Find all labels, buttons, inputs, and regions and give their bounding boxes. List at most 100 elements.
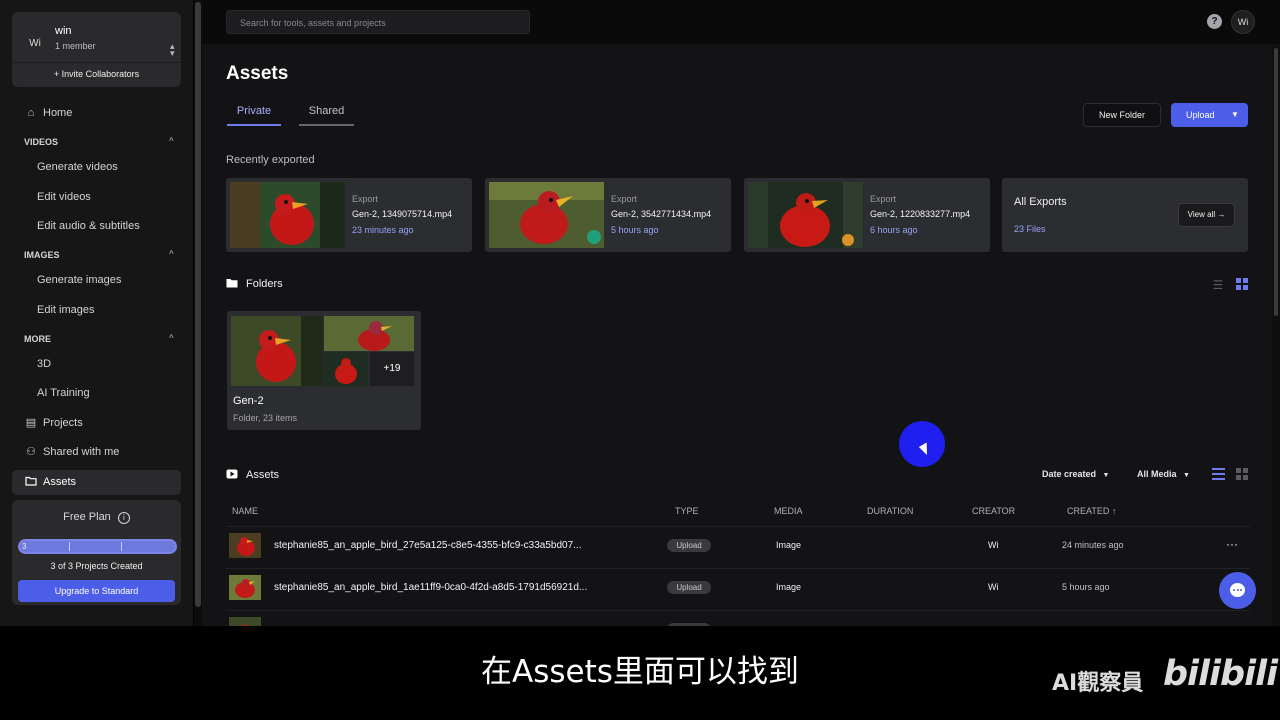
caret-down-icon: ▼	[1231, 110, 1239, 119]
invite-collaborators-button[interactable]: + Invite Collaborators	[12, 69, 181, 79]
plan-name: Free Plan i	[12, 511, 181, 524]
all-exports-title: All Exports	[1014, 196, 1067, 208]
table-row[interactable]: stephanie85_an_apple_bird_1ae11ff9-0ca0-…	[226, 569, 1250, 610]
tab-private[interactable]: Private	[227, 105, 281, 126]
team-switcher[interactable]: Wi win 1 member ▴ ▾ + Invite Collaborator…	[12, 12, 181, 87]
nav-generate-images[interactable]: Generate images	[12, 268, 181, 293]
new-folder-button[interactable]: New Folder	[1083, 103, 1161, 127]
list-view-icon[interactable]	[1211, 468, 1225, 482]
nav-shared[interactable]: ⚇ Shared with me	[12, 440, 181, 465]
export-card[interactable]: Export Gen-2, 3542771434.mp4 5 hours ago	[485, 178, 731, 252]
nav-ai-training[interactable]: AI Training	[12, 381, 181, 406]
nav-edit-videos-label: Edit videos	[37, 191, 91, 203]
view-all-button[interactable]: View all →	[1178, 203, 1235, 227]
help-icon[interactable]: ?	[1207, 14, 1222, 29]
info-icon[interactable]: i	[117, 512, 130, 524]
more-options-icon[interactable]: ···	[1226, 537, 1238, 551]
main-content: Assets Private Shared New Folder Upload …	[202, 44, 1272, 626]
export-kind: Export	[611, 194, 638, 204]
folder-thumbnail	[231, 316, 323, 386]
export-kind: Export	[352, 194, 379, 204]
assets-heading-label: Assets	[246, 469, 280, 481]
nav-shared-label: Shared with me	[43, 446, 120, 458]
grid-view-icon[interactable]	[1235, 468, 1249, 482]
export-name: Gen-2, 3542771434.mp4	[611, 209, 712, 219]
export-name: Gen-2, 1349075714.mp4	[352, 209, 453, 219]
upgrade-button[interactable]: Upgrade to Standard	[18, 580, 175, 602]
folder-card[interactable]: +19 Gen-2 Folder, 23 items	[227, 311, 421, 430]
export-card[interactable]: Export Gen-2, 1220833277.mp4 6 hours ago	[744, 178, 990, 252]
sidebar-scrollbar[interactable]	[194, 0, 202, 626]
top-bar: Search for tools, assets and projects ? …	[202, 0, 1280, 44]
chevron-up-icon[interactable]: ^	[169, 333, 174, 342]
nav-edit-audio[interactable]: Edit audio & subtitles	[12, 214, 181, 239]
media-filter-dropdown[interactable]: All Media ▼	[1137, 469, 1190, 479]
section-more[interactable]: MORE ^	[24, 333, 174, 344]
assets-heading: Assets	[226, 469, 279, 481]
nav-generate-images-label: Generate images	[37, 274, 122, 286]
page-title: Assets	[226, 63, 289, 84]
plan-card: Free Plan i 3 3 of 3 Projects Created Up…	[12, 500, 181, 605]
nav-home[interactable]: ⌂ Home	[12, 101, 181, 126]
column-header-name[interactable]: NAME	[232, 506, 258, 516]
team-name: win	[55, 25, 72, 37]
nav-edit-videos[interactable]: Edit videos	[12, 185, 181, 210]
subtitle-bar: 在Assets里面可以找到 AI觀察員 bilibili	[0, 626, 1280, 720]
all-exports-count: 23 Files	[1014, 224, 1046, 234]
column-header-creator[interactable]: CREATOR	[972, 506, 1015, 516]
scrollbar-thumb[interactable]	[195, 2, 201, 607]
nav-generate-videos[interactable]: Generate videos	[12, 155, 181, 180]
chevron-up-icon[interactable]: ^	[169, 136, 174, 145]
media-filter-label: All Media	[1137, 469, 1177, 479]
nav-3d[interactable]: 3D	[12, 352, 181, 377]
nav-edit-images-label: Edit images	[37, 304, 95, 316]
nav-edit-images[interactable]: Edit images	[12, 298, 181, 323]
asset-created: 5 hours ago	[1062, 582, 1110, 592]
user-avatar[interactable]: Wi	[1231, 10, 1255, 34]
caret-down-icon: ▼	[1183, 472, 1190, 479]
asset-name[interactable]: stephanie85_an_apple_bird_1ae11ff9-0ca0-…	[274, 582, 587, 593]
asset-created: 24 minutes ago	[1062, 540, 1124, 550]
folders-heading: Folders	[226, 278, 283, 290]
section-videos[interactable]: VIDEOS ^	[24, 136, 174, 147]
export-name: Gen-2, 1220833277.mp4	[870, 209, 971, 219]
column-header-duration[interactable]: DURATION	[867, 506, 913, 516]
plan-name-label: Free Plan	[63, 511, 111, 523]
bilibili-logo: bilibili	[1163, 654, 1278, 694]
sidebar: Wi win 1 member ▴ ▾ + Invite Collaborator…	[0, 0, 193, 626]
play-icon	[226, 469, 239, 481]
sort-dropdown[interactable]: Date created ▼	[1042, 469, 1109, 479]
asset-thumbnail	[229, 533, 261, 558]
channel-watermark: AI觀察員	[1052, 671, 1144, 696]
column-header-type[interactable]: TYPE	[675, 506, 699, 516]
section-images[interactable]: IMAGES ^	[24, 249, 174, 260]
upload-button[interactable]: Upload ▼	[1171, 103, 1248, 127]
nav-3d-label: 3D	[37, 358, 52, 370]
grid-view-icon[interactable]	[1235, 278, 1249, 292]
main-scrollbar[interactable]	[1272, 44, 1280, 626]
folders-heading-label: Folders	[246, 278, 283, 290]
search-input[interactable]: Search for tools, assets and projects	[226, 10, 530, 34]
asset-name[interactable]: stephanie85_an_apple_bird_27e5a125-c8e5-…	[274, 540, 581, 551]
export-card[interactable]: Export Gen-2, 1349075714.mp4 23 minutes …	[226, 178, 472, 252]
folder-thumbnail	[324, 316, 414, 351]
nav-assets[interactable]: Assets	[12, 470, 181, 495]
upload-button-label: Upload	[1186, 110, 1215, 120]
table-row[interactable]	[226, 611, 1250, 626]
video-thumbnail	[489, 182, 604, 248]
nav-projects[interactable]: ▤ Projects	[12, 411, 181, 436]
nav-home-label: Home	[43, 107, 73, 119]
chevron-updown-icon[interactable]: ▴ ▾	[170, 42, 175, 58]
table-row[interactable]: stephanie85_an_apple_bird_27e5a125-c8e5-…	[226, 527, 1250, 568]
section-images-label: IMAGES	[24, 250, 60, 260]
column-header-media[interactable]: MEDIA	[774, 506, 803, 516]
projects-count: 3 of 3 Projects Created	[50, 561, 143, 571]
chat-support-button[interactable]	[1219, 572, 1256, 609]
chevron-up-icon[interactable]: ^	[169, 249, 174, 258]
scrollbar-thumb[interactable]	[1274, 48, 1278, 316]
users-icon: ⚇	[26, 446, 36, 458]
list-view-icon[interactable]: ☰	[1211, 278, 1225, 292]
column-header-created[interactable]: CREATED ↑	[1067, 506, 1116, 516]
tab-shared[interactable]: Shared	[299, 105, 354, 126]
chat-icon	[1230, 583, 1245, 597]
